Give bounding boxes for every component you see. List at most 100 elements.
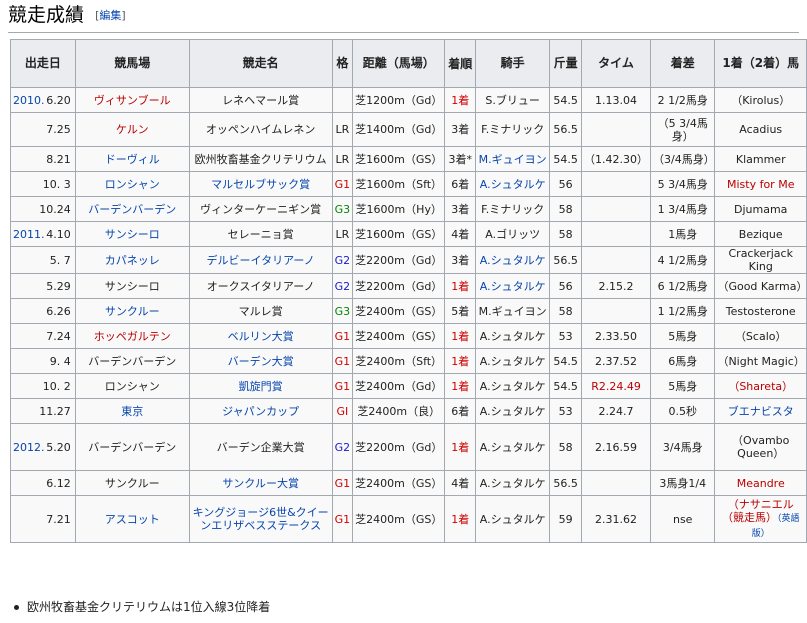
winner-horse[interactable]: （Shareta） [714,373,807,399]
racecourse-link[interactable]: カパネッレ [74,246,190,274]
race-time: 2.16.59 [581,423,652,471]
race-name: ヴィンターケーニギン賞 [188,196,333,222]
year-link[interactable]: 2010. [13,94,45,107]
finish-place: 1着 [444,323,477,349]
race-name[interactable]: キングジョージ6世&クイーンエリザベスステークス [188,495,333,543]
year-link[interactable]: 2012. [13,441,45,454]
race-time: 1.13.04 [581,87,652,113]
finish-place: 6着 [444,398,477,424]
column-header-date: 出走日 [10,39,76,88]
finish-place: 5着 [444,298,477,324]
winner-horse[interactable]: （ナサニエル（競走馬）（英語版） [714,495,807,543]
distance: 芝2400m（GS） [352,323,446,349]
race-name[interactable]: バーデン大賞 [188,348,333,374]
racecourse-link[interactable]: サンクルー [74,298,190,324]
grade-badge[interactable]: G1 [331,171,354,197]
race-name[interactable]: 凱旋門賞 [188,373,333,399]
margin: 2 1/2馬身 [650,87,716,113]
racecourse-link[interactable]: サンシーロ [74,221,190,247]
racecourse-link[interactable]: バーデンバーデン [74,196,190,222]
racecourse-link[interactable]: ケルン [74,112,190,147]
winner-horse: （Kirolus） [714,87,807,113]
table-row: 2011. 4.10 サンシーロ セレーニョ賞 LR 芝1600m（GS） 4着 A.ゴリッツ… [10,221,807,247]
carried-weight: 59 [549,495,583,543]
jockey: A.シュタルケ [475,423,551,471]
table-row: 7.25 ケルン オッペンハイムレネン LR 芝1400m（Gd） 3着 F.ミナリック 56… [10,112,807,147]
racecourse-link: バーデンバーデン [74,423,190,471]
margin: 5 3/4馬身 [650,171,716,197]
racecourse-link[interactable]: ヴィサンブール [74,87,190,113]
grade-badge[interactable]: G1 [331,348,354,374]
edit-section-link[interactable]: [編集] [95,9,126,22]
jockey[interactable]: A.シュタルケ [475,246,551,274]
finish-place: 1着 [444,495,477,543]
grade-badge[interactable]: G1 [331,495,354,543]
finish-place: 1着 [444,348,477,374]
jockey[interactable]: A.シュタルケ [475,171,551,197]
grade-badge: LR [331,146,354,172]
grade-badge[interactable]: G2 [331,423,354,471]
race-date: 2012. 5.20 [10,423,76,471]
jockey: M.ギュイヨン [475,298,551,324]
carried-weight: 56.5 [549,246,583,274]
race-date: 10. 3 [10,171,76,197]
winner-horse: Acadius [714,112,807,147]
distance: 芝1600m（Sft） [352,171,446,197]
racecourse-link[interactable]: ドーヴィル [74,146,190,172]
carried-weight: 56 [549,171,583,197]
winner-horse[interactable]: Meandre [714,470,807,496]
year-link[interactable]: 2011. [13,228,45,241]
table-row: 5.29 サンシーロ オークスイタリアーノ G2 芝2200m（Gd） 1着 A.シュタルケ… [10,273,807,299]
jockey: S.ブリュー [475,87,551,113]
race-time [581,112,652,147]
race-date: 7.24 [10,323,76,349]
race-time [581,246,652,274]
edit-link-text[interactable]: 編集 [99,9,121,22]
carried-weight: 54.5 [549,348,583,374]
jockey[interactable]: A.シュタルケ [475,273,551,299]
margin: 5馬身 [650,373,716,399]
notes-list: 欧州牧畜基金クリテリウムは1位入線3位降着 [14,598,270,615]
grade-badge[interactable]: G3 [331,298,354,324]
race-date: 2011. 4.10 [10,221,76,247]
finish-place: 1着 [444,423,477,471]
carried-weight: 56 [549,273,583,299]
racecourse-link[interactable]: ホッペガルテン [74,323,190,349]
racecourse-link[interactable]: 東京 [74,398,190,424]
winner-horse[interactable]: Misty for Me [714,171,807,197]
racecourse-link[interactable]: ロンシャン [74,171,190,197]
grade-badge[interactable]: G1 [331,373,354,399]
margin: 3馬身1/4 [650,470,716,496]
margin: 3/4馬身 [650,423,716,471]
racecourse-link: サンクルー [74,470,190,496]
race-name[interactable]: マルセルブサック賞 [188,171,333,197]
race-name[interactable]: サンクルー大賞 [188,470,333,496]
race-name[interactable]: ベルリン大賞 [188,323,333,349]
column-header-race-name: 競走名 [188,39,333,88]
column-header-jockey: 騎手 [475,39,551,88]
grade-badge[interactable]: G3 [331,196,354,222]
table-row: 10. 3 ロンシャン マルセルブサック賞 G1 芝1600m（Sft） 6着 A.シュタル… [10,171,807,197]
grade-badge[interactable]: G2 [331,273,354,299]
jockey: F.ミナリック [475,196,551,222]
winner-horse: （Good Karma） [714,273,807,299]
winner-horse[interactable]: ブエナビスタ [714,398,807,424]
race-name[interactable]: ジャパンカップ [188,398,333,424]
carried-weight: 58 [549,423,583,471]
column-header-grade: 格 [331,39,354,88]
race-name[interactable]: デルビーイタリアーノ [188,246,333,274]
grade-badge[interactable]: G1 [331,323,354,349]
racecourse-link[interactable]: アスコット [74,495,190,543]
race-name: 欧州牧畜基金クリテリウム [188,146,333,172]
section-title: 競走成績 [8,4,85,26]
carried-weight: 56.5 [549,112,583,147]
finish-place: 1着 [444,373,477,399]
winner-horse: Klammer [714,146,807,172]
grade-badge[interactable]: G2 [331,246,354,274]
jockey[interactable]: M.ギュイヨン [475,146,551,172]
race-date: 2010. 6.20 [10,87,76,113]
jockey: A.シュタルケ [475,470,551,496]
race-time: （1.42.30） [581,146,652,172]
grade-badge[interactable]: GI [331,398,354,424]
grade-badge[interactable]: G1 [331,470,354,496]
